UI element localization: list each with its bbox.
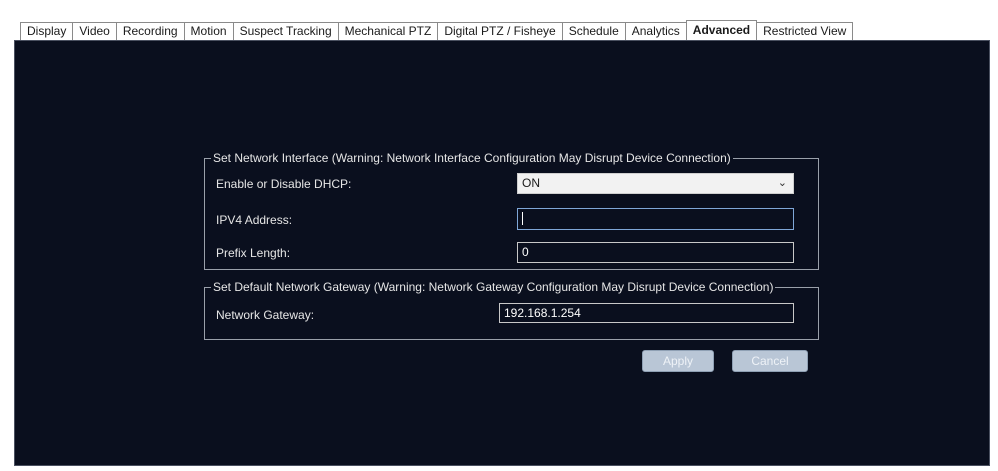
tab-video[interactable]: Video [72, 22, 117, 40]
tab-motion[interactable]: Motion [183, 22, 234, 40]
tab-mechanical-ptz[interactable]: Mechanical PTZ [337, 22, 439, 40]
network-gateway-label: Network Gateway: [216, 308, 315, 322]
tab-advanced[interactable]: Advanced [685, 20, 758, 40]
dhcp-label: Enable or Disable DHCP: [216, 177, 352, 191]
tab-schedule[interactable]: Schedule [561, 22, 626, 40]
cancel-button[interactable]: Cancel [732, 350, 808, 372]
network-gateway-input[interactable]: 192.168.1.254 [499, 303, 794, 323]
tab-restricted-view[interactable]: Restricted View [756, 22, 854, 40]
tab-analytics[interactable]: Analytics [624, 22, 687, 40]
network-gateway-value: 192.168.1.254 [504, 306, 581, 320]
dhcp-select[interactable]: ON ⌄ [517, 173, 794, 194]
ipv4-address-input[interactable] [517, 208, 794, 230]
gateway-group: Set Default Network Gateway (Warning: Ne… [204, 280, 819, 340]
tab-bar: Display Video Recording Motion Suspect T… [20, 20, 854, 41]
tab-display[interactable]: Display [20, 22, 74, 40]
gateway-legend: Set Default Network Gateway (Warning: Ne… [211, 280, 776, 294]
advanced-panel: Set Network Interface (Warning: Network … [14, 40, 990, 466]
ipv4-label: IPV4 Address: [216, 213, 293, 227]
apply-button[interactable]: Apply [642, 350, 714, 372]
dhcp-select-value: ON [522, 176, 540, 190]
text-caret [522, 212, 523, 226]
prefix-length-input[interactable]: 0 [517, 242, 794, 263]
tab-suspect-tracking[interactable]: Suspect Tracking [232, 22, 339, 40]
chevron-down-icon: ⌄ [777, 177, 787, 189]
network-interface-group: Set Network Interface (Warning: Network … [204, 151, 819, 270]
prefix-length-value: 0 [522, 245, 529, 259]
tab-digital-ptz-fisheye[interactable]: Digital PTZ / Fisheye [437, 22, 563, 40]
prefix-length-label: Prefix Length: [216, 246, 291, 260]
network-interface-legend: Set Network Interface (Warning: Network … [211, 151, 733, 165]
tab-recording[interactable]: Recording [115, 22, 185, 40]
